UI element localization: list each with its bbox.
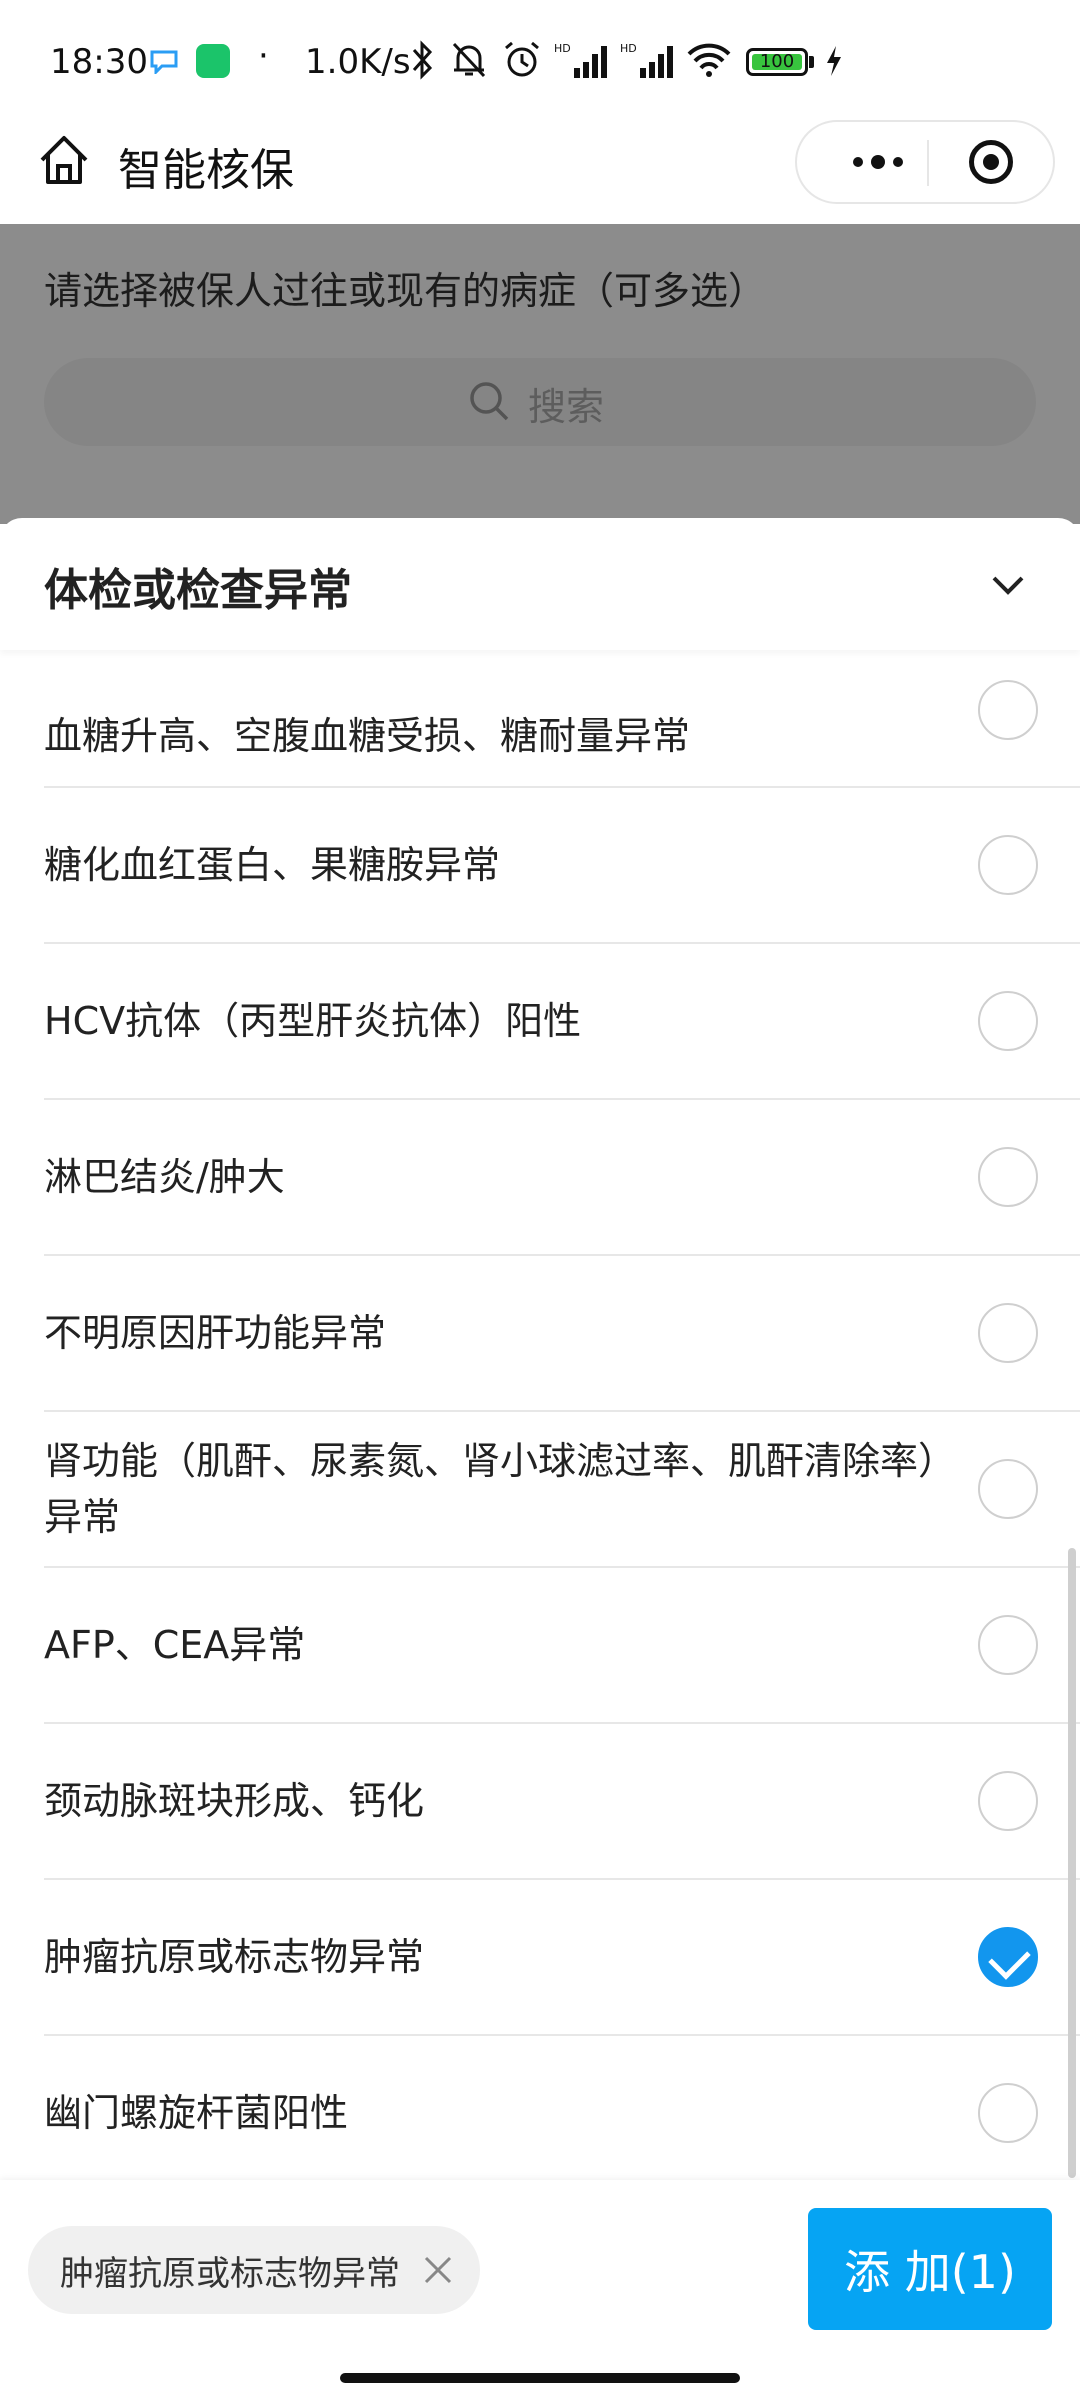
home-indicator[interactable] (340, 2373, 740, 2383)
close-icon[interactable] (420, 2252, 456, 2288)
checkbox[interactable] (978, 991, 1038, 1051)
checkbox[interactable] (978, 1459, 1038, 1519)
wifi-icon (687, 43, 731, 77)
checkbox[interactable] (978, 2083, 1038, 2143)
capsule-divider (927, 140, 929, 186)
battery-cap (809, 56, 814, 68)
list-item[interactable]: 血糖升高、空腹血糖受损、糖耐量异常 (44, 668, 1080, 788)
checkbox[interactable] (978, 1303, 1038, 1363)
battery-level: 100 (752, 53, 802, 71)
network-speed: 1.0K/s (305, 42, 411, 82)
svg-text:HD: HD (554, 42, 571, 55)
add-button[interactable]: 添 加(1) (808, 2208, 1052, 2330)
scrollbar[interactable] (1068, 1548, 1076, 2178)
svg-text:HD: HD (620, 42, 637, 55)
list-item-label: 血糖升高、空腹血糖受损、糖耐量异常 (44, 714, 691, 758)
chip-label: 肿瘤抗原或标志物异常 (60, 2254, 400, 2294)
mute-bell-icon (452, 42, 486, 78)
signal-hd-icon: HD (554, 42, 607, 78)
condition-list: 血糖升高、空腹血糖受损、糖耐量异常 糖化血红蛋白、果糖胺异常 HCV抗体（丙型肝… (0, 668, 1080, 2168)
checkbox[interactable] (978, 1147, 1038, 1207)
selected-chip[interactable]: 肿瘤抗原或标志物异常 (28, 2226, 480, 2314)
list-item[interactable]: 不明原因肝功能异常 (44, 1256, 1080, 1412)
status-icons: HD HD (410, 40, 732, 80)
list-item[interactable]: HCV抗体（丙型肝炎抗体）阳性 (44, 944, 1080, 1100)
status-separator: · (258, 36, 269, 76)
list-item-label: 颈动脉斑块形成、钙化 (44, 1779, 425, 1823)
shield-app-icon (196, 44, 230, 78)
list-item-label: HCV抗体（丙型肝炎抗体）阳性 (44, 999, 582, 1043)
list-item[interactable]: 肾功能（肌酐、尿素氮、肾小球滤过率、肌酐清除率）异常 (44, 1412, 1080, 1568)
checkbox[interactable] (978, 1615, 1038, 1675)
list-item-label: 肿瘤抗原或标志物异常 (44, 1935, 425, 1979)
checkbox[interactable] (978, 680, 1038, 740)
sheet-header[interactable]: 体检或检查异常 (0, 518, 1080, 650)
category-sheet: 体检或检查异常 血糖升高、空腹血糖受损、糖耐量异常 糖化血红蛋白、果糖胺异常 H… (0, 518, 1080, 2400)
list-item-label: 肾功能（肌酐、尿素氮、肾小球滤过率、肌酐清除率）异常 (44, 1439, 938, 1539)
message-bubble-icon (150, 50, 178, 74)
signal-hd-icon-2: HD (620, 42, 673, 78)
bottom-bar: 肿瘤抗原或标志物异常 添 加(1) (0, 2180, 1080, 2400)
list-item-label: 淋巴结炎/肿大 (44, 1155, 285, 1199)
miniprogram-capsule (795, 120, 1055, 204)
checkbox[interactable] (978, 1771, 1038, 1831)
checkmark-icon[interactable] (978, 1927, 1038, 1987)
list-item-selected[interactable]: 肿瘤抗原或标志物异常 (44, 1880, 1080, 2036)
status-bar: 18:30 · 1.0K/s HD HD 100 (0, 0, 1080, 120)
bluetooth-icon (412, 40, 433, 80)
battery-icon: 100 (746, 48, 808, 76)
title-bar: 智能核保 (0, 120, 1080, 224)
list-item-label: 糖化血红蛋白、果糖胺异常 (44, 843, 501, 887)
list-item[interactable]: 幽门螺旋杆菌阳性 (44, 2036, 1080, 2168)
chevron-down-icon[interactable] (988, 570, 1028, 600)
status-time: 18:30 (50, 42, 148, 82)
charging-bolt-icon (827, 46, 841, 76)
list-item[interactable]: 糖化血红蛋白、果糖胺异常 (44, 788, 1080, 944)
modal-overlay[interactable] (0, 224, 1080, 524)
sheet-title: 体检或检查异常 (44, 565, 352, 616)
target-icon[interactable] (969, 140, 1013, 184)
list-item[interactable]: 淋巴结炎/肿大 (44, 1100, 1080, 1256)
alarm-icon (505, 41, 539, 77)
page-title: 智能核保 (118, 145, 294, 196)
list-item-label: 幽门螺旋杆菌阳性 (44, 2091, 349, 2135)
list-item[interactable]: 颈动脉斑块形成、钙化 (44, 1724, 1080, 1880)
list-item-label: 不明原因肝功能异常 (44, 1311, 387, 1355)
screen: 18:30 · 1.0K/s HD HD 100 智能核保 请选择被保人过往或现… (0, 0, 1080, 2400)
checkbox[interactable] (978, 835, 1038, 895)
home-icon[interactable] (36, 132, 92, 188)
list-item[interactable]: AFP、CEA异常 (44, 1568, 1080, 1724)
list-item-label: AFP、CEA异常 (44, 1623, 306, 1667)
more-icon[interactable] (833, 132, 923, 192)
